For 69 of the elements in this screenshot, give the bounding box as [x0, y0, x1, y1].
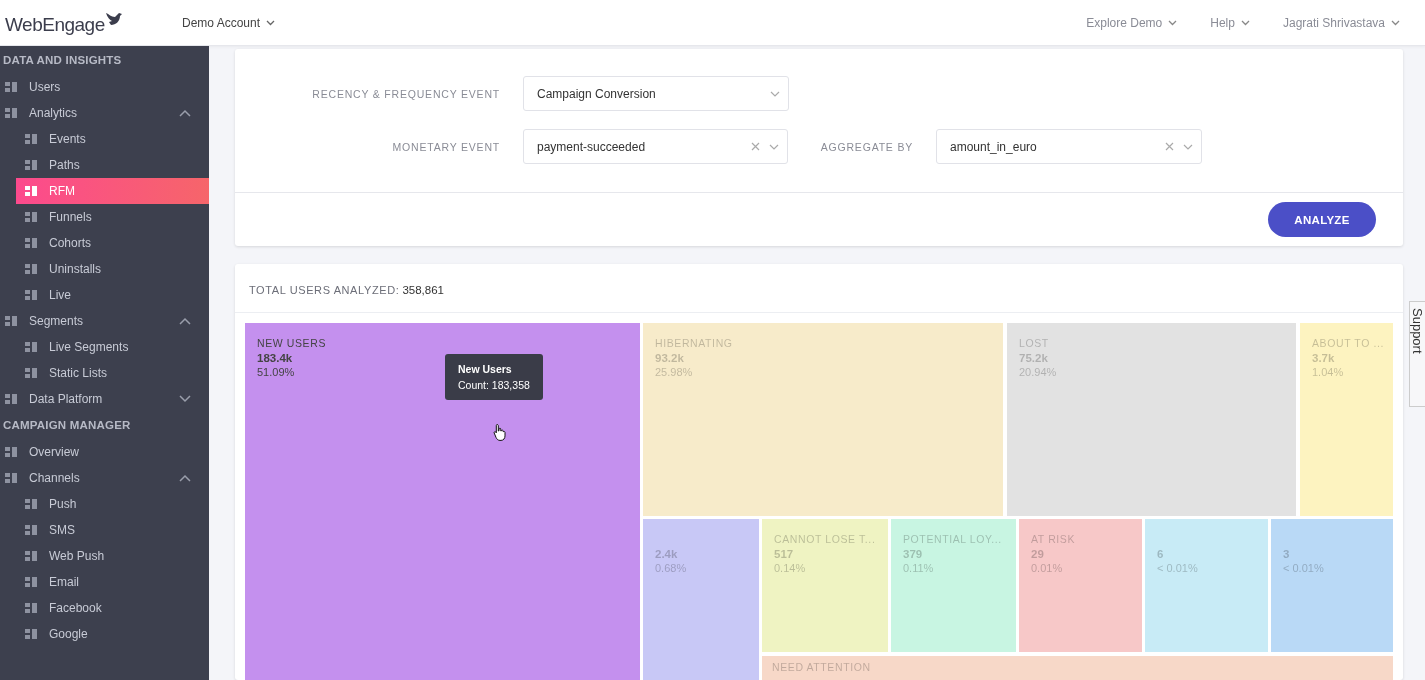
account-dropdown[interactable]: Demo Account: [182, 15, 276, 30]
field-label: AGGREGATE BY: [819, 140, 914, 153]
menu-item-icon: [23, 523, 39, 537]
menu-item-icon: [23, 236, 39, 250]
menu-item-icon: [3, 392, 19, 406]
total-value: 358,861: [402, 284, 444, 296]
sidebar-item[interactable]: Static Lists: [16, 360, 209, 386]
sidebar-item[interactable]: Cohorts: [16, 230, 209, 256]
support-tab[interactable]: Support: [1409, 301, 1425, 407]
sidebar-item[interactable]: Segments: [0, 308, 209, 334]
select-field[interactable]: Campaign Conversion: [523, 76, 789, 111]
menu-item-icon: [23, 132, 39, 146]
menu-item-icon: [23, 627, 39, 641]
menu-item-icon: [23, 262, 39, 276]
sidebar-item[interactable]: Events: [16, 126, 209, 152]
sidebar-item[interactable]: Push: [16, 491, 209, 517]
chevron-down-icon: [1240, 19, 1250, 26]
sidebar-item[interactable]: Live: [16, 282, 209, 308]
menu-item-icon: [23, 288, 39, 302]
sidebar-item[interactable]: Paths: [16, 152, 209, 178]
clear-icon[interactable]: [751, 142, 760, 151]
sidebar-item[interactable]: Channels: [0, 465, 209, 491]
menu-item-icon: [23, 184, 39, 198]
menu-item-icon: [3, 314, 19, 328]
select-field[interactable]: amount_in_euro: [936, 129, 1202, 164]
sidebar-item[interactable]: Uninstalls: [16, 256, 209, 282]
sidebar-item[interactable]: Email: [16, 569, 209, 595]
menu-item-icon: [3, 106, 19, 120]
chevron-down-icon: [770, 90, 780, 97]
menu-item-icon: [3, 471, 19, 485]
sidebar-item[interactable]: Funnels: [16, 204, 209, 230]
menu-item-icon: [23, 575, 39, 589]
section-heading: DATA AND INSIGHTS: [2, 53, 123, 68]
menu-item-icon: [23, 549, 39, 563]
section-heading: CAMPAIGN MANAGER: [2, 418, 132, 433]
header-menu[interactable]: Explore Demo: [1086, 15, 1178, 30]
menu-item-icon: [23, 366, 39, 380]
sidebar-item[interactable]: Analytics: [0, 100, 209, 126]
clear-icon[interactable]: [1165, 142, 1174, 151]
sidebar-item[interactable]: Data Platform: [0, 386, 209, 412]
menu-item-icon: [23, 497, 39, 511]
sidebar-item[interactable]: Users: [0, 74, 209, 100]
sidebar-item[interactable]: Live Segments: [16, 334, 209, 360]
total-label: TOTAL USERS ANALYZED:: [249, 284, 400, 296]
menu-item-icon: [23, 210, 39, 224]
sidebar-item[interactable]: Web Push: [16, 543, 209, 569]
analyze-button[interactable]: ANALYZE: [1268, 202, 1376, 237]
hand-cursor-icon: [493, 423, 507, 441]
menu-item-icon: [23, 158, 39, 172]
menu-item-icon: [23, 340, 39, 354]
field-label: MONETARY EVENT: [391, 140, 501, 153]
tooltip: New Users Count: 183,358: [445, 354, 543, 400]
field-label: RECENCY & FREQUENCY EVENT: [311, 87, 501, 100]
sidebar-item[interactable]: Facebook: [16, 595, 209, 621]
sidebar-item[interactable]: Google: [16, 621, 209, 647]
menu-item-icon: [23, 601, 39, 615]
chevron-down-icon: [1391, 19, 1400, 26]
chevron-down-icon: [266, 19, 276, 26]
chevron-down-icon: [1168, 19, 1178, 26]
menu-item-icon: [3, 80, 19, 94]
select-field[interactable]: payment-succeeded: [523, 129, 788, 164]
sidebar-item[interactable]: SMS: [16, 517, 209, 543]
sidebar-item[interactable]: Overview: [0, 439, 209, 465]
chevron-down-icon: [1183, 143, 1193, 150]
logo-wordmark[interactable]: WebEngage: [5, 13, 105, 36]
menu-item-icon: [3, 445, 19, 459]
chevron-down-icon: [769, 143, 779, 150]
header-menu[interactable]: Jagrati Shrivastava: [1282, 15, 1400, 30]
header-menu[interactable]: Help: [1210, 15, 1250, 30]
